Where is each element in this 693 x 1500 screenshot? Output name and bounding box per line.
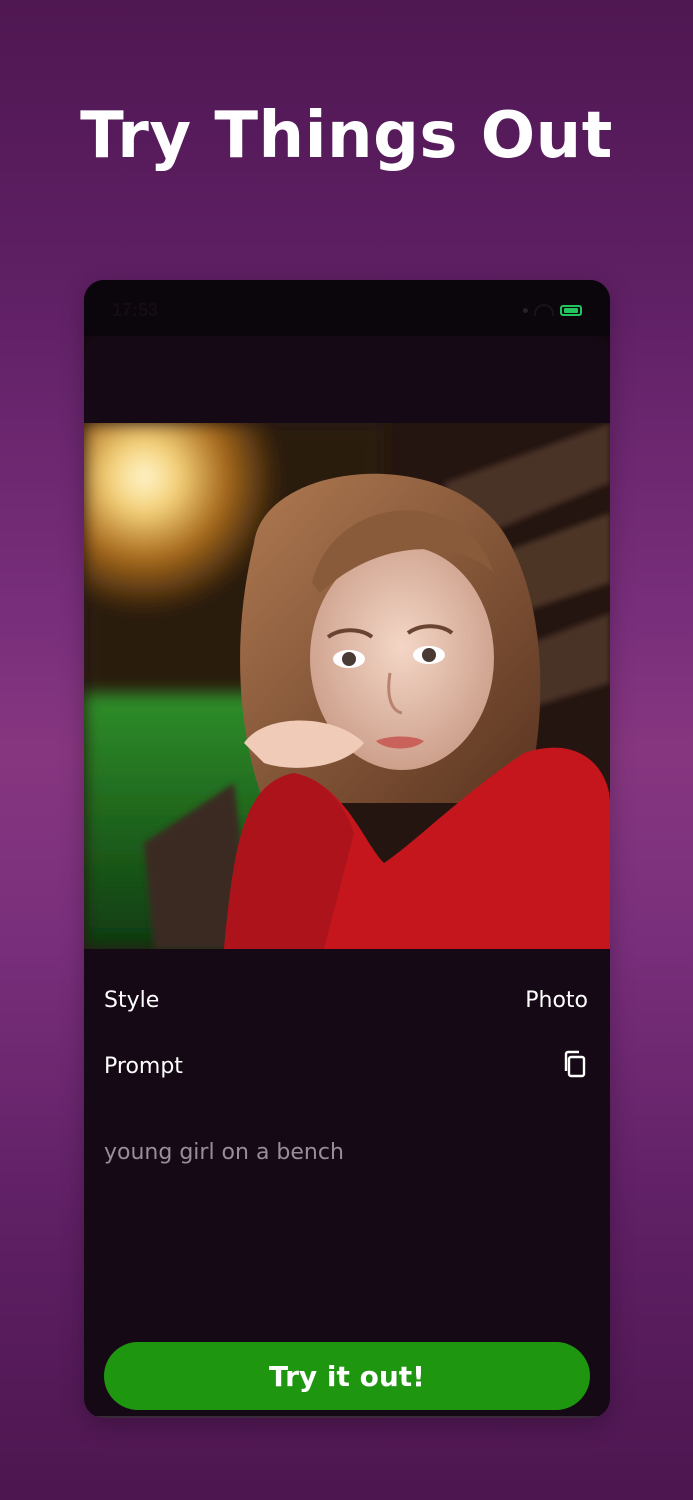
copy-icon[interactable] [560,1049,590,1079]
signal-icon [523,307,528,313]
generated-image [84,423,610,949]
status-icons [523,304,582,316]
home-indicator [84,1416,610,1418]
battery-icon [560,304,582,316]
style-value: Photo [525,988,588,1013]
status-time: 17:53 [112,300,159,320]
phone-frame: 17:53 Style Photo Prompt young girl on a… [84,280,610,1418]
status-bar: 17:53 [84,280,610,336]
prompt-label: Prompt [104,1054,183,1079]
detail-sheet: Style Photo Prompt young girl on a bench… [84,336,610,1418]
style-label: Style [104,988,160,1013]
try-it-out-button[interactable]: Try it out! [104,1342,590,1410]
wifi-icon [534,304,554,316]
prompt-text: young girl on a bench [104,1140,344,1165]
page-headline: Try Things Out [80,99,613,173]
